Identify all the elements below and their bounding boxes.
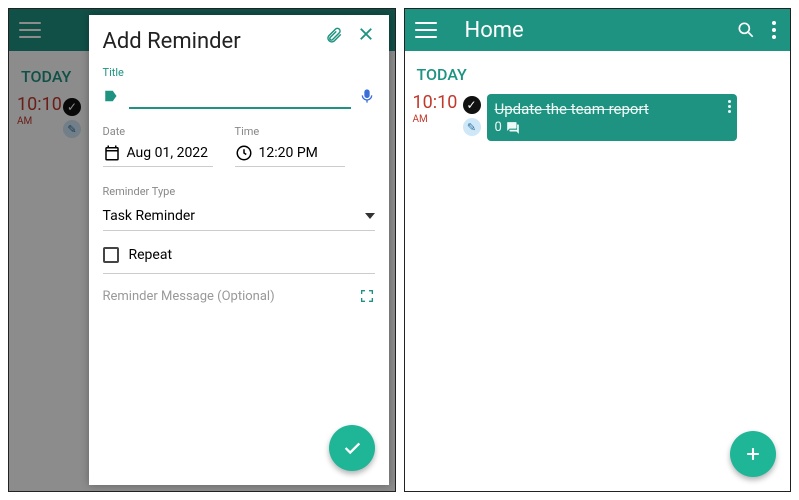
reminder-ampm: AM: [17, 116, 57, 127]
add-fab[interactable]: [730, 431, 776, 477]
title-field-label: Title: [103, 66, 375, 79]
menu-icon[interactable]: [415, 22, 437, 38]
panel-home: Home TODAY 10:10 AM ✓ ✎ Update the: [404, 8, 792, 492]
tag-icon: [103, 87, 121, 105]
comment-icon: [506, 121, 520, 135]
repeat-checkbox[interactable]: [103, 247, 119, 263]
message-placeholder[interactable]: Reminder Message (Optional): [103, 289, 275, 304]
dialog-title: Add Reminder: [103, 29, 375, 54]
reminder-type-select[interactable]: Task Reminder: [103, 202, 375, 231]
check-badge-icon: ✓: [63, 98, 81, 116]
confirm-fab[interactable]: [329, 425, 375, 471]
tag-badge-icon: ✎: [463, 118, 481, 136]
add-reminder-dialog: Add Reminder Title Date Aug 01, 2022 Tim…: [89, 15, 389, 485]
status-badges: ✓ ✎: [463, 96, 481, 136]
plus-icon: [743, 444, 763, 464]
more-icon[interactable]: [768, 21, 780, 39]
date-field-label: Date: [103, 125, 213, 138]
date-value: Aug 01, 2022: [127, 145, 209, 161]
today-label: TODAY: [413, 59, 783, 94]
list-item: 10:10 AM ✓ ✎ Update the team report 0: [413, 94, 783, 141]
task-card[interactable]: Update the team report 0: [487, 94, 737, 141]
type-value: Task Reminder: [103, 208, 196, 224]
search-icon[interactable]: [736, 20, 756, 40]
time-value: 12:20 PM: [259, 145, 318, 161]
reminder-time: 10:10: [413, 94, 457, 112]
reminder-time: 10:10: [17, 96, 57, 114]
task-title: Update the team report: [495, 100, 729, 118]
title-input[interactable]: [129, 83, 351, 109]
panel-add-reminder: TODAY 10:10 AM ✓ ✎ Add Remind: [8, 8, 396, 492]
type-field-label: Reminder Type: [103, 185, 375, 198]
time-picker[interactable]: 12:20 PM: [235, 140, 345, 167]
calendar-icon: [103, 144, 121, 162]
expand-icon[interactable]: [359, 288, 375, 304]
repeat-label: Repeat: [129, 247, 173, 263]
reminder-ampm: AM: [413, 114, 457, 125]
comment-count: 0: [495, 120, 502, 135]
task-more-icon[interactable]: [728, 100, 731, 113]
menu-icon[interactable]: [19, 22, 41, 38]
appbar: Home: [405, 9, 791, 51]
mic-icon[interactable]: [359, 86, 375, 106]
tag-badge-icon: ✎: [63, 120, 81, 138]
appbar-title: Home: [449, 18, 725, 43]
status-badges: ✓ ✎: [63, 98, 81, 138]
date-picker[interactable]: Aug 01, 2022: [103, 140, 213, 167]
clock-icon: [235, 144, 253, 162]
chevron-down-icon: [365, 213, 375, 219]
home-content: TODAY 10:10 AM ✓ ✎ Update the team repor…: [405, 51, 791, 491]
check-badge-icon: ✓: [463, 96, 481, 114]
time-field-label: Time: [235, 125, 345, 138]
check-icon: [341, 437, 363, 459]
